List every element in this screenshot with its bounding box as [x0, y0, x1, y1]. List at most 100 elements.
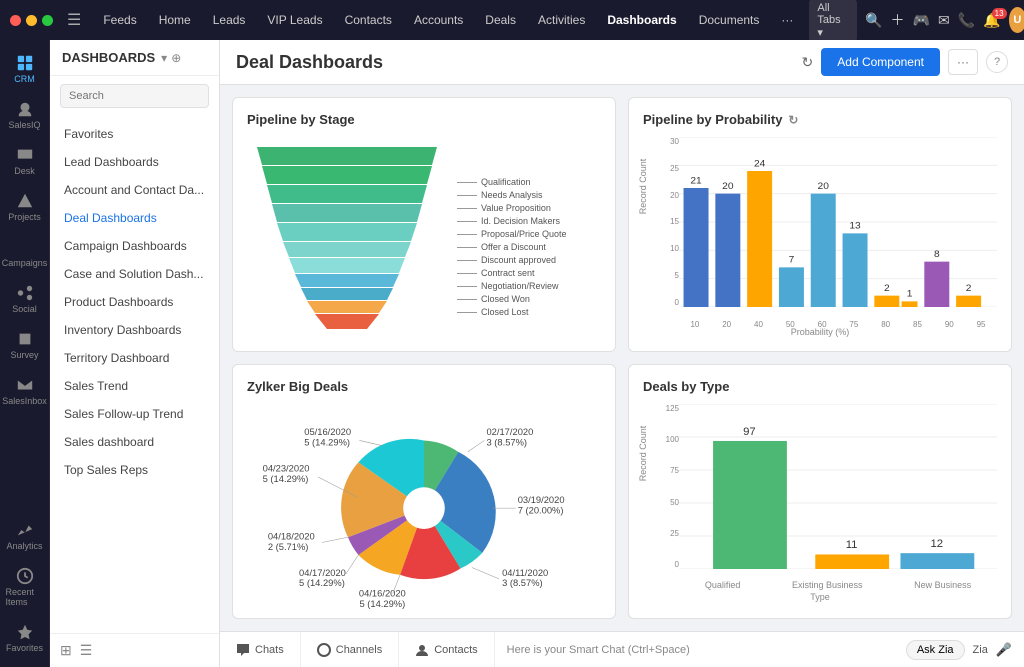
sidebar-item-salesinbox[interactable]: SalesInbox [2, 370, 48, 412]
svg-text:7 (20.00%): 7 (20.00%) [518, 505, 564, 515]
prob-y-ticks: 0 5 10 15 20 25 30 [657, 137, 679, 307]
svg-text:11: 11 [846, 539, 858, 551]
more-options-button[interactable]: ··· [948, 49, 978, 75]
svg-text:5 (14.29%): 5 (14.29%) [299, 578, 345, 588]
phone-icon[interactable]: 📞 [958, 12, 975, 29]
search-icon[interactable]: 🔍 [865, 12, 882, 29]
sidebar-item-campaigns[interactable]: Campaigns [2, 232, 48, 274]
nav-lead-dashboards[interactable]: Lead Dashboards [50, 148, 219, 176]
nav-add-icon[interactable]: ⊕ [171, 51, 181, 65]
funnel-label-proposal: Proposal/Price Quote [457, 229, 567, 239]
nav-dashboards[interactable]: Dashboards [597, 9, 686, 31]
projects-label: Projects [8, 212, 41, 222]
favorites-label: Favorites [6, 643, 43, 653]
nav-more[interactable]: ··· [771, 9, 803, 31]
sidebar-item-social[interactable]: Social [2, 278, 48, 320]
help-button[interactable]: ? [986, 51, 1008, 73]
notification-icon[interactable]: 🔔 13 [983, 12, 1000, 29]
nav-product-dashboards[interactable]: Product Dashboards [50, 288, 219, 316]
deals-by-type-title: Deals by Type [643, 379, 997, 394]
notification-badge: 13 [992, 8, 1007, 19]
add-component-button[interactable]: Add Component [821, 48, 940, 76]
nav-activities[interactable]: Activities [528, 9, 595, 31]
contacts-tab[interactable]: Contacts [399, 632, 494, 667]
zia-mic-icon[interactable]: 🎤 [996, 642, 1012, 658]
nav-top-sales-reps[interactable]: Top Sales Reps [50, 456, 219, 484]
type-y-ticks: 0 25 50 75 100 125 [657, 404, 679, 569]
sidebar-item-desk[interactable]: Desk [2, 140, 48, 182]
svg-text:20: 20 [818, 181, 830, 192]
funnel-chart: Qualification Needs Analysis Value Propo… [247, 137, 601, 352]
menu-icon[interactable]: ☰ [67, 10, 81, 30]
smart-chat-bar[interactable]: Here is your Smart Chat (Ctrl+Space) [495, 644, 894, 656]
pie-chart-container: 02/17/2020 3 (8.57%) 03/19/2020 7 (20.00… [247, 404, 601, 612]
nav-sales-trend[interactable]: Sales Trend [50, 372, 219, 400]
channels-tab[interactable]: Channels [301, 632, 399, 667]
nav-contacts[interactable]: Contacts [335, 9, 402, 31]
sidebar-item-favorites[interactable]: Favorites [2, 617, 48, 659]
email-icon[interactable]: ✉ [938, 12, 950, 29]
survey-label: Survey [10, 350, 38, 360]
svg-text:2 (5.71%): 2 (5.71%) [268, 542, 309, 552]
nav-feeds[interactable]: Feeds [93, 9, 146, 31]
sidebar-item-crm[interactable]: CRM [2, 48, 48, 90]
gamepad-icon[interactable]: 🎮 [913, 12, 930, 29]
sidebar-item-projects[interactable]: Projects [2, 186, 48, 228]
refresh-icon[interactable]: ↻ [802, 54, 814, 71]
maximize-button[interactable] [42, 15, 53, 26]
funnel-label-closed-won: Closed Won [457, 294, 567, 304]
list-view-icon[interactable]: ☰ [80, 642, 93, 659]
svg-text:21: 21 [690, 176, 702, 187]
top-bar: ☰ Feeds Home Leads VIP Leads Contacts Ac… [0, 0, 1024, 40]
nav-accounts[interactable]: Accounts [404, 9, 473, 31]
svg-text:04/17/2020: 04/17/2020 [299, 568, 346, 578]
sidebar-item-recent[interactable]: Recent Items [2, 561, 48, 613]
nav-deals[interactable]: Deals [475, 9, 526, 31]
funnel-label-decision: Id. Decision Makers [457, 216, 567, 226]
nav-deal-dashboards[interactable]: Deal Dashboards [50, 204, 219, 232]
nav-case-solution[interactable]: Case and Solution Dash... [50, 260, 219, 288]
expand-icon[interactable]: ⊞ [60, 642, 72, 659]
svg-text:5 (14.29%): 5 (14.29%) [359, 599, 405, 609]
pipeline-by-stage-card: Pipeline by Stage [232, 97, 616, 352]
svg-text:20: 20 [722, 181, 734, 192]
sidebar-item-analytics[interactable]: Analytics [2, 515, 48, 557]
zia-area: Ask Zia Zia 🎤 [894, 640, 1024, 660]
avatar[interactable]: U [1009, 7, 1024, 33]
campaigns-label: Campaigns [2, 258, 48, 268]
type-x-labels: Qualified Existing Business New Business [679, 580, 997, 590]
ask-zia-button[interactable]: Ask Zia [906, 640, 965, 660]
nav-documents[interactable]: Documents [689, 9, 770, 31]
nav-campaign-dashboards[interactable]: Campaign Dashboards [50, 232, 219, 260]
nav-search-input[interactable] [60, 84, 209, 108]
all-tabs-switcher[interactable]: All Tabs ▾ [809, 0, 857, 42]
crm-label: CRM [14, 74, 35, 84]
chat-tab[interactable]: Chats [220, 632, 301, 667]
svg-text:03/19/2020: 03/19/2020 [518, 495, 565, 505]
nav-favorites[interactable]: Favorites [50, 120, 219, 148]
svg-text:8: 8 [934, 249, 940, 260]
nav-sales-followup[interactable]: Sales Follow-up Trend [50, 400, 219, 428]
nav-inventory-dashboards[interactable]: Inventory Dashboards [50, 316, 219, 344]
bottom-bar: Chats Channels Contacts Here is your Sma… [220, 631, 1024, 667]
add-icon[interactable]: ＋ [891, 10, 905, 30]
nav-sales-dashboard[interactable]: Sales dashboard [50, 428, 219, 456]
nav-dropdown-icon[interactable]: ▾ [161, 51, 167, 65]
svg-text:04/16/2020: 04/16/2020 [359, 589, 406, 599]
nav-home[interactable]: Home [149, 9, 201, 31]
nav-vip-leads[interactable]: VIP Leads [257, 9, 332, 31]
sidebar-item-survey[interactable]: Survey [2, 324, 48, 366]
close-button[interactable] [10, 15, 21, 26]
nav-leads[interactable]: Leads [203, 9, 256, 31]
sidebar-item-salesiq[interactable]: SalesIQ [2, 94, 48, 136]
content-area: Deal Dashboards ↻ Add Component ··· ? Pi… [220, 40, 1024, 667]
chat-icon [236, 643, 250, 657]
funnel-svg [247, 137, 447, 352]
svg-text:05/16/2020: 05/16/2020 [304, 427, 351, 437]
nav-territory-dashboard[interactable]: Territory Dashboard [50, 344, 219, 372]
nav-account-contact[interactable]: Account and Contact Da... [50, 176, 219, 204]
svg-text:5 (14.29%): 5 (14.29%) [304, 438, 350, 448]
prob-refresh-icon[interactable]: ↻ [788, 113, 798, 127]
content-header: Deal Dashboards ↻ Add Component ··· ? [220, 40, 1024, 85]
minimize-button[interactable] [26, 15, 37, 26]
